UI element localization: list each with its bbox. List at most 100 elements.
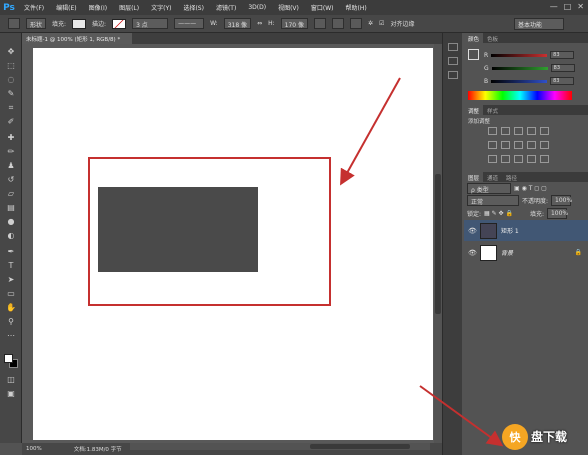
marquee-tool-icon[interactable]: ⬚ (4, 61, 18, 71)
type-tool-icon[interactable]: T (4, 261, 18, 271)
menu-layer[interactable]: 图层(L) (113, 3, 145, 12)
clone-stamp-tool-icon[interactable]: ♟ (4, 161, 18, 171)
path-arrange-icon[interactable] (350, 18, 363, 29)
exposure-icon[interactable] (527, 127, 536, 135)
vertical-scrollbar[interactable] (434, 44, 442, 443)
gradient-map-icon[interactable] (527, 155, 536, 163)
history-brush-tool-icon[interactable]: ↺ (4, 175, 18, 185)
quick-mask-icon[interactable]: ◫ (4, 375, 18, 385)
panel-foreground-swatch[interactable] (468, 49, 479, 60)
tab-adjustments[interactable]: 调整 (464, 105, 484, 115)
menu-view[interactable]: 视图(V) (272, 3, 305, 12)
eyedropper-tool-icon[interactable]: ✐ (4, 117, 18, 127)
menu-help[interactable]: 帮助(H) (340, 3, 373, 12)
green-value-field[interactable]: 83 (550, 64, 575, 72)
zoom-level[interactable]: 100% (26, 446, 42, 452)
menu-image[interactable]: 图像(I) (83, 3, 113, 12)
layer-row-rectangle[interactable]: 👁 矩形 1 (464, 220, 588, 241)
extra-tool-icon[interactable]: ⋯ (4, 331, 18, 341)
brightness-icon[interactable] (488, 127, 497, 135)
blue-slider[interactable] (491, 79, 548, 83)
blur-tool-icon[interactable]: ● (4, 217, 18, 227)
channel-mixer-icon[interactable] (540, 141, 549, 149)
tool-preset-icon[interactable] (8, 18, 20, 29)
menu-file[interactable]: 文件(F) (18, 3, 50, 12)
shape-mode-select[interactable]: 形状 (26, 18, 47, 29)
blend-mode-select[interactable]: 正常 (467, 194, 519, 206)
healing-brush-tool-icon[interactable]: ✚ (4, 133, 18, 143)
color-spectrum-bar[interactable] (468, 91, 572, 100)
eraser-tool-icon[interactable]: ▱ (4, 189, 18, 199)
opacity-field[interactable]: 100% (551, 194, 572, 206)
stroke-width-field[interactable]: 3 点 (132, 18, 169, 29)
horizontal-scrollbar[interactable] (130, 443, 430, 450)
foreground-color-swatch[interactable] (4, 354, 13, 363)
path-operations-icon[interactable] (314, 18, 327, 29)
stroke-swatch[interactable] (112, 18, 127, 29)
fill-swatch[interactable] (72, 18, 87, 29)
levels-icon[interactable] (501, 127, 510, 135)
curves-icon[interactable] (514, 127, 523, 135)
vertical-scroll-thumb[interactable] (435, 174, 441, 314)
vibrance-icon[interactable] (540, 127, 549, 135)
tab-swatches[interactable]: 色板 (483, 33, 502, 43)
menu-type[interactable]: 文字(Y) (145, 3, 177, 12)
black-white-icon[interactable] (514, 141, 523, 149)
eye-icon[interactable]: 👁 (468, 227, 477, 235)
canvas-area[interactable] (22, 44, 460, 443)
filter-icons[interactable]: ▣ ◉ T ◻ ▢ (514, 185, 547, 192)
path-select-tool-icon[interactable]: ➤ (4, 275, 18, 285)
path-alignment-icon[interactable] (332, 18, 345, 29)
red-value-field[interactable]: 83 (550, 51, 575, 59)
zoom-tool-icon[interactable]: ⚲ (4, 317, 18, 327)
menu-3d[interactable]: 3D(D) (242, 4, 272, 11)
align-edges-checkbox[interactable]: ☑ (379, 20, 384, 27)
document-canvas[interactable] (33, 48, 433, 440)
minimize-button[interactable]: — (550, 2, 558, 11)
close-button[interactable]: ✕ (577, 2, 584, 11)
threshold-icon[interactable] (514, 155, 523, 163)
tab-color[interactable]: 颜色 (464, 33, 484, 43)
layer-row-background[interactable]: 👁 背景 🔒 (464, 242, 588, 263)
gradient-tool-icon[interactable]: ▤ (4, 203, 18, 213)
fill-field[interactable]: 100% (546, 207, 568, 219)
maximize-button[interactable]: □ (564, 2, 572, 11)
tab-styles[interactable]: 样式 (483, 105, 502, 115)
document-tab[interactable]: 未标题-1 @ 100% (矩形 1, RGB/8) * (22, 33, 132, 44)
horizontal-scroll-thumb[interactable] (310, 444, 410, 449)
eye-icon[interactable]: 👁 (468, 249, 477, 257)
properties-panel-icon[interactable] (448, 57, 458, 65)
info-panel-icon[interactable] (448, 71, 458, 79)
width-field[interactable]: 318 像 (223, 18, 252, 29)
hand-tool-icon[interactable]: ✋ (4, 303, 18, 313)
dodge-tool-icon[interactable]: ◐ (4, 231, 18, 241)
posterize-icon[interactable] (501, 155, 510, 163)
move-tool-icon[interactable]: ✥ (4, 47, 18, 57)
selective-color-icon[interactable] (540, 155, 549, 163)
tab-layers[interactable]: 图层 (464, 172, 484, 182)
blue-value-field[interactable]: 83 (550, 77, 575, 85)
photo-filter-icon[interactable] (527, 141, 536, 149)
lock-icons[interactable]: ▦ ✎ ✥ 🔒 (484, 210, 513, 217)
menu-window[interactable]: 窗口(W) (305, 3, 340, 12)
screen-mode-icon[interactable]: ▣ (4, 389, 18, 399)
green-slider[interactable] (491, 66, 548, 70)
stroke-type-select[interactable]: ——— (174, 18, 205, 29)
gear-icon[interactable]: ✲ (368, 20, 373, 27)
menu-select[interactable]: 选择(S) (177, 3, 210, 12)
rectangle-tool-icon[interactable]: ▭ (4, 289, 18, 299)
hue-saturation-icon[interactable] (488, 141, 497, 149)
invert-icon[interactable] (488, 155, 497, 163)
tab-paths[interactable]: 路径 (502, 172, 521, 182)
color-balance-icon[interactable] (501, 141, 510, 149)
tab-channels[interactable]: 通道 (483, 172, 502, 182)
pen-tool-icon[interactable]: ✒ (4, 247, 18, 257)
crop-tool-icon[interactable]: ⌗ (4, 103, 18, 113)
history-panel-icon[interactable] (448, 43, 458, 51)
menu-filter[interactable]: 滤镜(T) (210, 3, 242, 12)
red-slider[interactable] (491, 53, 548, 57)
brush-tool-icon[interactable]: ✏ (4, 147, 18, 157)
workspace-select[interactable]: 基本功能 (514, 18, 564, 30)
kind-filter-select[interactable]: ρ 类型 (467, 182, 511, 194)
menu-edit[interactable]: 编辑(E) (50, 3, 82, 12)
